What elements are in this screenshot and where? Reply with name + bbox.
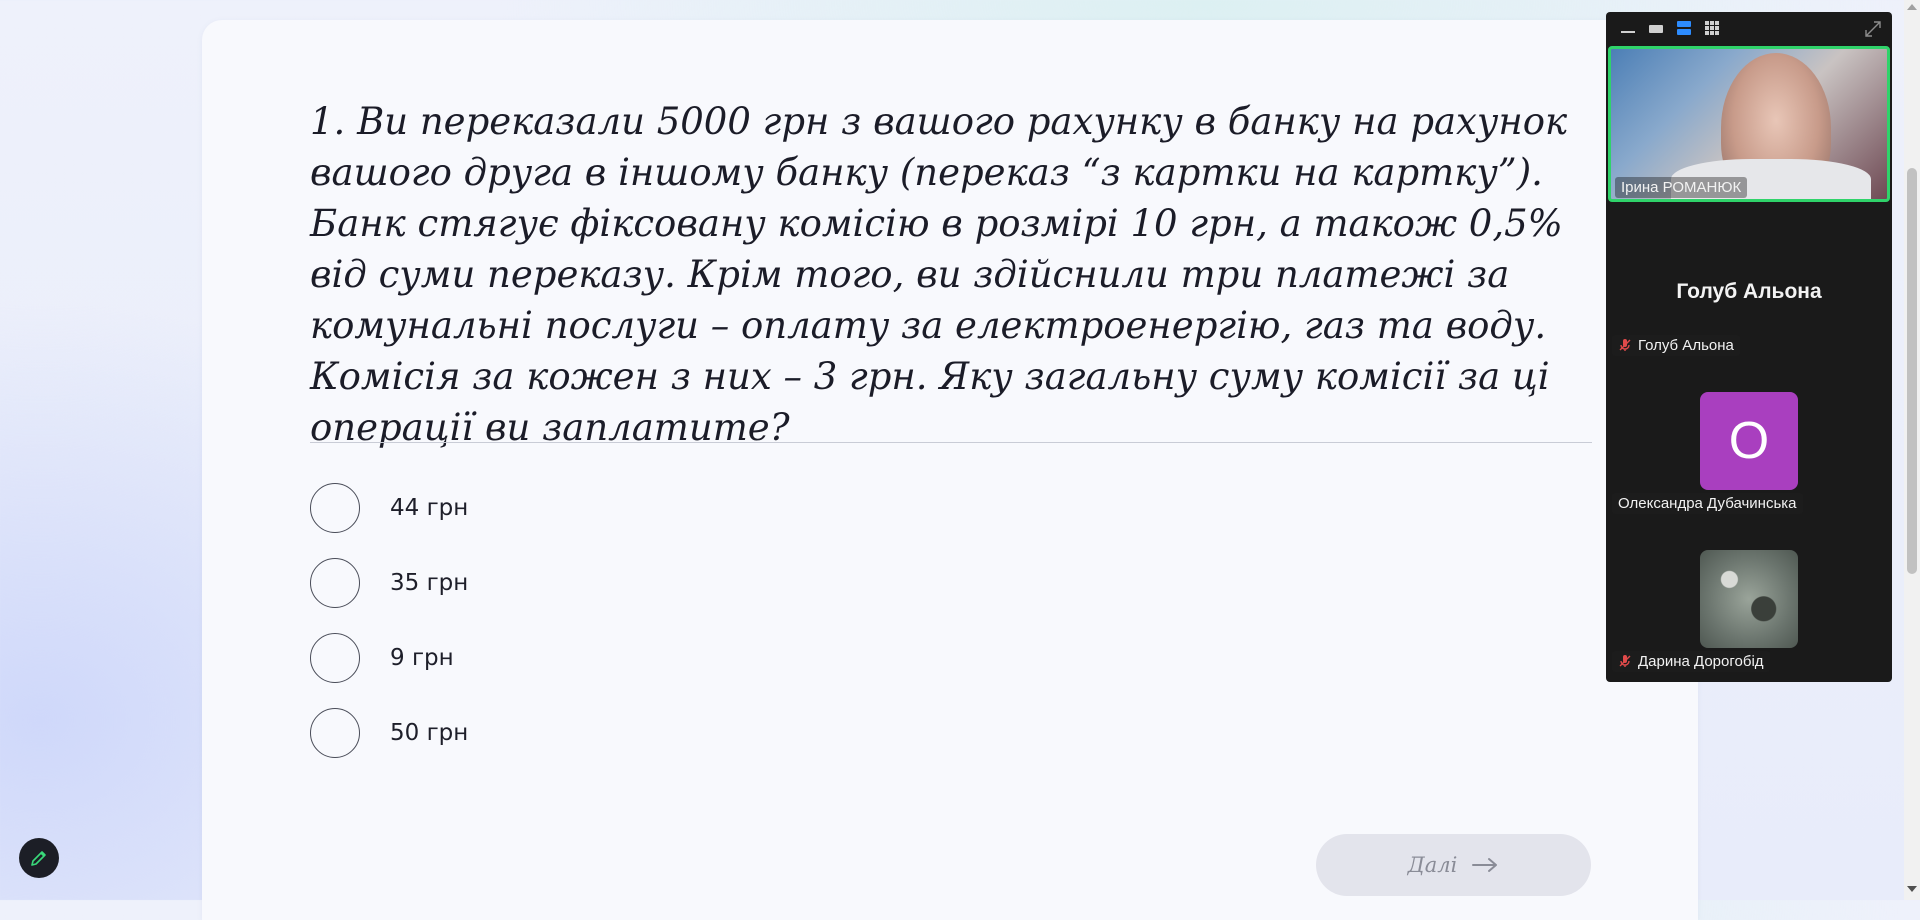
gallery-strip-icon[interactable] [1676, 20, 1692, 36]
avatar: О [1700, 392, 1798, 490]
answer-option-4[interactable]: 50 грн [310, 708, 710, 758]
participant-name-tag: Дарина Дорогобід [1612, 651, 1770, 672]
page-scrollbar[interactable] [1904, 0, 1920, 900]
avatar [1700, 550, 1798, 648]
next-button-label: Далі [1407, 853, 1458, 877]
fullscreen-icon[interactable] [1864, 20, 1882, 38]
arrow-right-icon [1472, 858, 1498, 872]
participant-name: Голуб Альона [1638, 337, 1734, 354]
radio-button[interactable] [310, 558, 360, 608]
answer-option-3[interactable]: 9 грн [310, 633, 710, 683]
question-text: 1. Ви переказали 5000 грн з вашого рахун… [310, 100, 1568, 449]
next-button[interactable]: Далі [1316, 834, 1591, 896]
edit-icon [31, 851, 46, 866]
answer-label: 9 грн [390, 645, 454, 671]
radio-button[interactable] [310, 633, 360, 683]
edit-button[interactable] [19, 838, 59, 878]
scrollbar-thumb[interactable] [1907, 168, 1917, 574]
mic-muted-icon [1619, 655, 1631, 667]
video-gallery-panel: Ірина РОМАНЮК Голуб Альона Голуб Альона … [1606, 12, 1892, 682]
answer-label: 50 грн [390, 720, 469, 746]
participant-name-tag: Ірина РОМАНЮК [1615, 177, 1748, 198]
minimize-icon[interactable] [1620, 20, 1636, 36]
gallery-toolbar [1606, 12, 1892, 46]
participant-name: Дарина Дорогобід [1638, 653, 1764, 670]
answer-option-1[interactable]: 44 грн [310, 483, 710, 533]
mic-muted-icon [1619, 339, 1631, 351]
participant-name-tag: Голуб Альона [1612, 335, 1740, 356]
answer-label: 35 грн [390, 570, 469, 596]
grid-view-icon[interactable] [1704, 20, 1720, 36]
scroll-down-arrow-icon[interactable] [1907, 886, 1917, 892]
participant-name-tag: Олександра Дубачинська [1612, 493, 1803, 514]
answer-option-2[interactable]: 35 грн [310, 558, 710, 608]
speaker-view-icon[interactable] [1648, 20, 1664, 36]
active-speaker-tile[interactable]: Ірина РОМАНЮК [1608, 46, 1890, 202]
divider [310, 442, 1592, 443]
radio-button[interactable] [310, 708, 360, 758]
participant-display-name: Голуб Альона [1676, 280, 1822, 303]
answer-label: 44 грн [390, 495, 469, 521]
radio-button[interactable] [310, 483, 360, 533]
scroll-up-arrow-icon[interactable] [1907, 4, 1917, 10]
